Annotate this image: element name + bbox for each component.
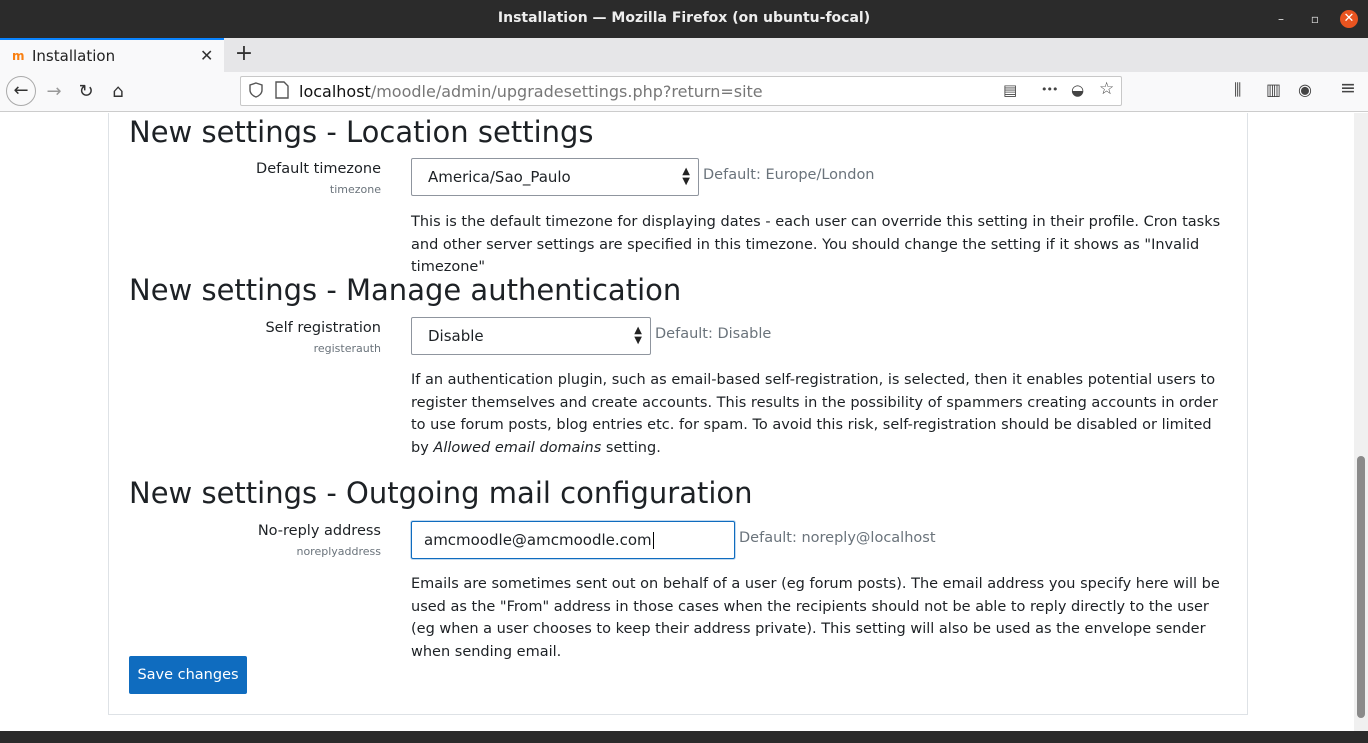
url-path: /moodle/admin/upgradesettings.php?return… bbox=[370, 82, 763, 101]
default-registerauth-text: Default: Disable bbox=[655, 326, 772, 342]
minimize-button[interactable]: – bbox=[1272, 10, 1290, 28]
page-info-icon[interactable] bbox=[275, 81, 289, 103]
reader-view-icon[interactable]: ▤ bbox=[1003, 81, 1017, 99]
timezone-select-value: America/Sao_Paulo bbox=[428, 168, 571, 186]
section-heading-outgoing-mail: New settings - Outgoing mail configurati… bbox=[129, 476, 753, 510]
new-tab-button[interactable]: + bbox=[232, 42, 256, 66]
page-scrollbar[interactable] bbox=[1354, 113, 1368, 731]
reload-button[interactable]: ↻ bbox=[72, 78, 100, 106]
setting-label-noreplyaddress: No-reply address bbox=[257, 523, 381, 539]
navigation-toolbar: ← → ↻ ⌂ localhost/moodle/admin/upgradese… bbox=[0, 72, 1368, 112]
save-changes-button[interactable]: Save changes bbox=[129, 656, 247, 694]
setting-label-timezone: Default timezone bbox=[256, 161, 381, 177]
url-text[interactable]: localhost/moodle/admin/upgradesettings.p… bbox=[299, 82, 763, 101]
sidebar-icon[interactable]: ▥ bbox=[1266, 80, 1281, 99]
allowed-email-domains-text: Allowed email domains bbox=[433, 439, 602, 456]
close-window-button[interactable]: ✕ bbox=[1340, 10, 1358, 28]
maximize-button[interactable]: ▫ bbox=[1306, 10, 1324, 28]
tracking-protection-icon[interactable] bbox=[249, 82, 263, 102]
forward-button[interactable]: → bbox=[40, 78, 68, 106]
timezone-description: This is the default timezone for display… bbox=[411, 214, 1221, 275]
bookmark-star-icon[interactable]: ☆ bbox=[1099, 79, 1114, 99]
registerauth-description: If an authentication plugin, such as ema… bbox=[411, 369, 1233, 459]
noreply-address-input[interactable]: amcmoodle@amcmoodle.com bbox=[411, 521, 735, 559]
section-heading-authentication: New settings - Manage authentication bbox=[129, 273, 682, 307]
section-heading-location: New settings - Location settings bbox=[129, 115, 594, 149]
timezone-select[interactable]: America/Sao_Paulo ▲ ▼ bbox=[411, 158, 699, 196]
tab-close-icon[interactable]: ✕ bbox=[200, 46, 213, 65]
hamburger-menu-icon[interactable]: ≡ bbox=[1340, 77, 1356, 99]
noreply-address-value: amcmoodle@amcmoodle.com bbox=[424, 531, 652, 549]
select-arrows-icon: ▲ ▼ bbox=[634, 325, 642, 346]
home-button[interactable]: ⌂ bbox=[104, 78, 132, 106]
self-registration-select-value: Disable bbox=[428, 327, 484, 345]
account-icon[interactable]: ◉ bbox=[1298, 80, 1312, 99]
page-actions-icon[interactable]: ••• bbox=[1041, 83, 1058, 96]
select-arrows-icon: ▲ ▼ bbox=[682, 166, 690, 187]
tab-title: Installation bbox=[32, 47, 116, 65]
moodle-favicon-icon: m bbox=[12, 49, 25, 63]
setting-label-registerauth: Self registration bbox=[265, 320, 381, 336]
text-caret bbox=[652, 532, 654, 549]
setting-key-registerauth: registerauth bbox=[313, 342, 381, 355]
back-button[interactable]: ← bbox=[6, 76, 36, 106]
self-registration-select[interactable]: Disable ▲ ▼ bbox=[411, 317, 651, 355]
noreply-description: Emails are sometimes sent out on behalf … bbox=[411, 576, 1220, 660]
page-content: New settings - Location settings Default… bbox=[0, 113, 1354, 731]
default-noreply-text: Default: noreply@localhost bbox=[739, 530, 936, 546]
scrollbar-thumb[interactable] bbox=[1357, 456, 1365, 718]
url-bar[interactable]: localhost/moodle/admin/upgradesettings.p… bbox=[240, 76, 1122, 106]
pocket-icon[interactable]: ◒ bbox=[1071, 81, 1084, 99]
tab-strip: m Installation ✕ + bbox=[0, 38, 1368, 72]
url-host: localhost bbox=[299, 82, 371, 101]
setting-key-timezone: timezone bbox=[329, 183, 381, 196]
default-timezone-text: Default: Europe/London bbox=[703, 167, 875, 183]
tab-installation[interactable]: m Installation ✕ bbox=[0, 38, 224, 72]
library-icon[interactable]: ⫼ bbox=[1234, 80, 1241, 100]
window-titlebar: Installation — Mozilla Firefox (on ubunt… bbox=[0, 0, 1368, 38]
setting-key-noreplyaddress: noreplyaddress bbox=[296, 545, 381, 558]
registerauth-description-end: setting. bbox=[601, 439, 661, 456]
window-title: Installation — Mozilla Firefox (on ubunt… bbox=[497, 10, 871, 26]
window-bottom-edge bbox=[0, 731, 1368, 743]
